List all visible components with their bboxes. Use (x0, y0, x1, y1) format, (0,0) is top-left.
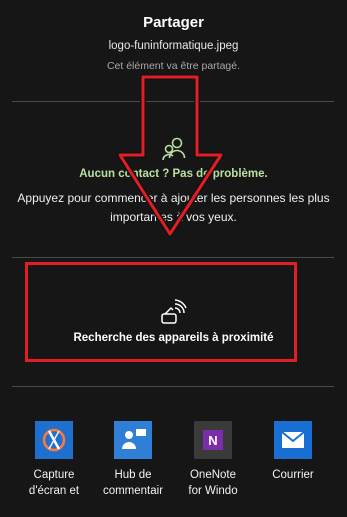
divider (12, 257, 334, 258)
no-contact-title: Aucun contact ? Pas de problème. (79, 168, 268, 180)
people-icon (162, 137, 186, 161)
snip-sketch-icon (35, 421, 73, 459)
onenote-icon: N (194, 421, 232, 459)
shared-filename: logo-funinformatique.jpeg (108, 40, 239, 52)
app-name-line1: Capture (33, 469, 75, 481)
app-onenote[interactable]: N OneNote for Windo (173, 421, 253, 499)
app-name-line2: commentair (102, 485, 164, 497)
no-contact-description: Appuyez pour commencer à ajouter les per… (17, 191, 330, 224)
panel-title: Partager (143, 14, 204, 31)
divider (12, 386, 334, 387)
feedback-hub-icon (114, 421, 152, 459)
divider (12, 101, 334, 102)
app-name-line1: Courrier (272, 469, 314, 481)
mail-icon (274, 421, 312, 459)
app-name-line1: Hub de (114, 469, 152, 481)
app-feedback-hub[interactable]: Hub de commentair (93, 421, 173, 499)
annotation-highlight-box (25, 262, 297, 362)
app-snip-sketch[interactable]: Capture d'écran et (14, 421, 94, 499)
app-mail[interactable]: Courrier (253, 421, 333, 483)
app-name-line2: d'écran et (28, 485, 80, 497)
app-name-line2: for Windo (188, 485, 238, 497)
share-subtitle: Cet élément va être partagé. (106, 60, 241, 72)
svg-text:N: N (208, 433, 217, 448)
app-name-line1: OneNote (189, 469, 237, 481)
